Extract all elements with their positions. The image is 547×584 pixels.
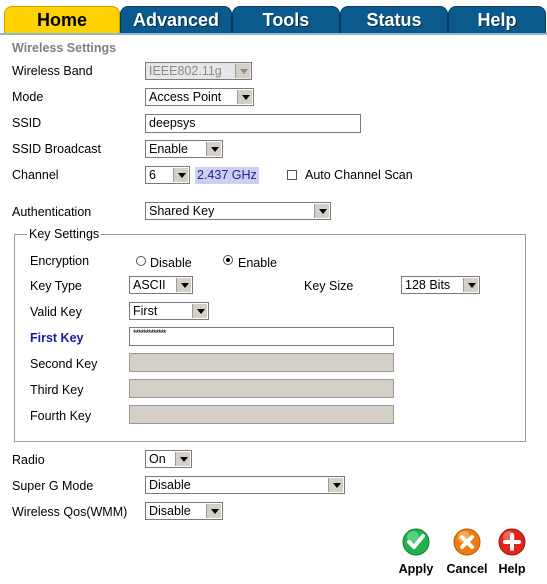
help-button[interactable]: Help — [494, 528, 530, 576]
chevron-down-icon[interactable] — [314, 204, 329, 218]
check-icon — [402, 528, 430, 556]
radio-value: On — [149, 452, 166, 466]
super-g-mode-select[interactable]: Disable — [145, 476, 345, 494]
channel-select[interactable]: 6 — [145, 166, 190, 184]
chevron-down-icon[interactable] — [463, 278, 478, 292]
cancel-button[interactable]: Cancel — [442, 528, 492, 576]
third-key-label: Third Key — [30, 383, 84, 397]
wireless-qos-value: Disable — [149, 504, 191, 518]
encryption-disable-label: Disable — [150, 256, 192, 270]
super-g-mode-value: Disable — [149, 478, 191, 492]
key-type-label: Key Type — [30, 279, 82, 293]
encryption-disable-radio[interactable] — [136, 256, 146, 266]
authentication-label: Authentication — [12, 205, 92, 219]
authentication-select[interactable]: Shared Key — [145, 202, 331, 220]
radio-select[interactable]: On — [145, 450, 192, 468]
channel-frequency: 2.437 GHz — [195, 167, 259, 184]
key-size-select[interactable]: 128 Bits — [401, 276, 480, 294]
ssid-broadcast-label: SSID Broadcast — [12, 142, 101, 156]
chevron-down-icon[interactable] — [328, 478, 343, 492]
chevron-down-icon[interactable] — [206, 142, 221, 156]
wireless-qos-select[interactable]: Disable — [145, 502, 223, 520]
radio-label: Radio — [12, 453, 45, 467]
wireless-band-value: IEEE802.11g — [149, 64, 222, 78]
auto-channel-scan-checkbox[interactable] — [287, 170, 297, 180]
chevron-down-icon[interactable] — [192, 304, 207, 318]
tab-divider — [0, 33, 547, 35]
chevron-down-icon[interactable] — [175, 452, 190, 466]
second-key-label: Second Key — [30, 357, 98, 371]
tab-tools[interactable]: Tools — [232, 6, 340, 35]
encryption-label: Encryption — [30, 254, 90, 268]
key-type-select[interactable]: ASCII — [129, 276, 193, 294]
wireless-band-select: IEEE802.11g — [145, 62, 252, 80]
tab-help[interactable]: Help — [448, 6, 546, 35]
help-label: Help — [498, 562, 526, 576]
chevron-down-icon[interactable] — [237, 90, 252, 104]
super-g-mode-label: Super G Mode — [12, 479, 94, 493]
key-size-label: Key Size — [304, 279, 354, 293]
tab-advanced[interactable]: Advanced — [120, 6, 232, 35]
ssid-broadcast-select[interactable]: Enable — [145, 140, 223, 158]
apply-button[interactable]: Apply — [394, 528, 438, 576]
plus-icon — [498, 528, 526, 556]
cancel-label: Cancel — [446, 562, 488, 576]
ssid-label: SSID — [12, 116, 42, 130]
key-settings-legend: Key Settings — [27, 227, 102, 241]
valid-key-value: First — [133, 304, 158, 318]
ssid-input[interactable]: deepsys — [145, 114, 361, 133]
authentication-value: Shared Key — [149, 204, 215, 218]
channel-label: Channel — [12, 168, 59, 182]
mode-select[interactable]: Access Point — [145, 88, 254, 106]
fourth-key-label: Fourth Key — [30, 409, 92, 423]
valid-key-select[interactable]: First — [129, 302, 209, 320]
fourth-key-input[interactable] — [129, 405, 394, 424]
chevron-down-icon[interactable] — [206, 504, 221, 518]
mode-label: Mode — [12, 90, 44, 104]
key-type-value: ASCII — [133, 278, 166, 292]
chevron-down-icon — [235, 64, 250, 78]
third-key-input[interactable] — [129, 379, 394, 398]
valid-key-label: Valid Key — [30, 305, 82, 319]
tab-status[interactable]: Status — [340, 6, 448, 35]
key-size-value: 128 Bits — [405, 278, 451, 292]
encryption-enable-label: Enable — [238, 256, 277, 270]
auto-channel-scan-label: Auto Channel Scan — [305, 168, 413, 182]
ssid-broadcast-value: Enable — [149, 142, 188, 156]
second-key-input[interactable] — [129, 353, 394, 372]
chevron-down-icon[interactable] — [176, 278, 191, 292]
x-icon — [453, 528, 481, 556]
channel-value: 6 — [149, 168, 156, 182]
section-title: Wireless Settings — [12, 41, 117, 55]
wireless-band-label: Wireless Band — [12, 64, 93, 78]
first-key-label: First Key — [30, 331, 84, 345]
wireless-qos-label: Wireless Qos(WMM) — [12, 505, 128, 519]
encryption-enable-radio[interactable] — [223, 255, 233, 265]
apply-label: Apply — [398, 562, 434, 576]
top-nav: Home Advanced Tools Status Help — [0, 0, 547, 35]
chevron-down-icon[interactable] — [173, 168, 188, 182]
mode-value: Access Point — [149, 90, 222, 104]
tab-home[interactable]: Home — [4, 6, 120, 35]
first-key-input[interactable]: ************* — [129, 327, 394, 346]
